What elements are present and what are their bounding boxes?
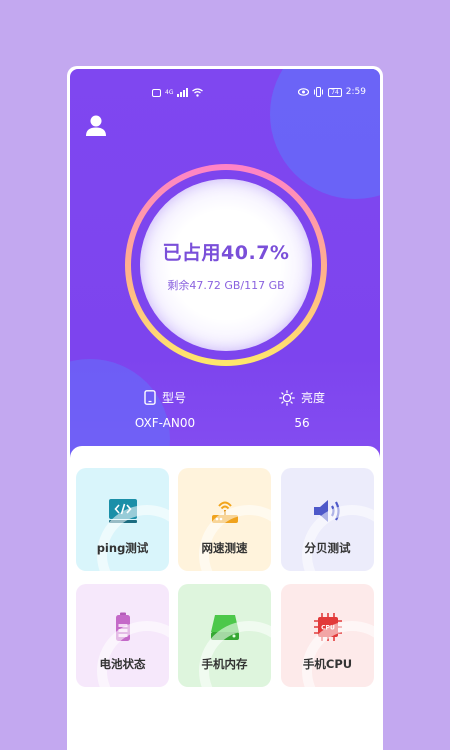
vibrate-icon [314,87,324,97]
tool-card-decibel[interactable]: 分贝测试 [281,468,374,571]
nfc-icon [152,88,161,97]
tool-card-cpu-icon-wrap: CPU [311,610,345,644]
code-icon [108,499,137,523]
tool-label-cpu: 手机CPU [302,657,353,671]
storage-used-label: 已占用40.7% [162,241,290,264]
tool-card-memory-icon-wrap [208,610,242,644]
status-bar-right: 74 2:59 [298,87,366,97]
tool-card-memory[interactable]: 手机内存 [178,584,271,687]
tool-label-battery: 电池状态 [99,657,146,671]
tool-card-ping-icon-wrap [106,494,140,528]
svg-text:CPU: CPU [321,625,335,632]
device-model-value: OXF-AN00 [134,416,196,430]
device-model-info: 型号 OXF-AN00 [110,389,220,430]
tool-label-memory: 手机内存 [201,657,248,671]
device-model-label: 型号 [161,391,186,405]
device-model-header: 型号 [110,389,220,406]
storage-remaining-label: 剩余47.72 GB/117 GB [167,278,285,292]
tool-card-ping[interactable]: ping测试 [76,468,169,571]
tool-card-cpu[interactable]: CPU 手机CPU [281,584,374,687]
brightness-sun-icon [279,389,295,406]
tool-card-decibel-icon-wrap [311,494,345,528]
storage-usage-ring: 已占用40.7% 剩余47.72 GB/117 GB [125,164,327,366]
brightness-label: 亮度 [300,391,325,405]
wifi-icon [192,88,204,97]
storage-ring-gap: 已占用40.7% 剩余47.72 GB/117 GB [131,170,321,360]
eye-icon [298,88,310,96]
brightness-info: 亮度 56 [247,389,357,430]
battery-status-icon [115,612,130,641]
tool-label-decibel: 分贝测试 [304,541,351,555]
signal-icon [177,88,189,97]
storage-drive-icon [210,615,239,640]
tool-label-ping: ping测试 [96,541,149,555]
tool-card-network-speed[interactable]: 网速测速 [178,468,271,571]
tool-card-battery-icon-wrap [106,610,140,644]
brightness-header: 亮度 [247,389,357,406]
speaker-icon [313,500,340,522]
phone-screen: 4G 74 2:59 已占用40.7% 剩余47.72 GB/117 GB 型号… [67,66,383,750]
status-time: 2:59 [345,87,366,97]
battery-icon: 74 [328,87,342,97]
user-avatar-icon[interactable] [84,113,108,137]
brightness-value: 56 [294,416,310,430]
tool-card-network-speed-icon-wrap [208,494,242,528]
network-type-label: 4G [165,89,174,96]
tools-grid: ping测试 网速测速 分贝测试 电池状态 手机内存 CPU 手机CPU [70,446,380,750]
phone-icon [144,390,156,405]
status-bar-left: 4G [152,88,204,97]
storage-ring-core: 已占用40.7% 剩余47.72 GB/117 GB [140,179,312,351]
router-icon [211,501,238,523]
tool-card-battery[interactable]: 电池状态 [76,584,169,687]
cpu-icon: CPU [313,613,342,641]
status-bar: 4G 74 2:59 [70,85,380,103]
tool-label-network-speed: 网速测速 [201,541,248,555]
